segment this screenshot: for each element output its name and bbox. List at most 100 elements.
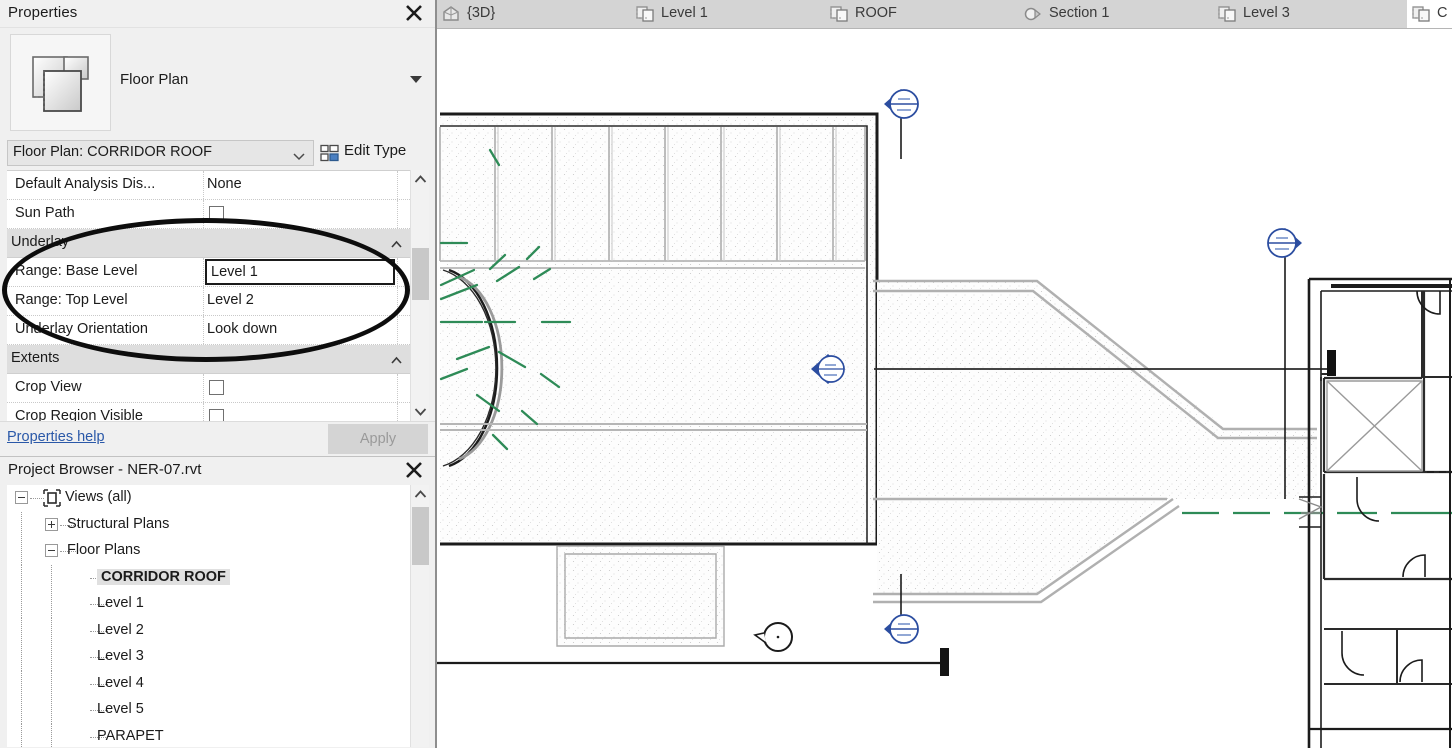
- type-selector-value: Floor Plan: CORRIDOR ROOF: [13, 144, 212, 160]
- property-name: Sun Path: [15, 205, 75, 221]
- chevron-up-icon[interactable]: [390, 236, 403, 254]
- drawing-canvas[interactable]: [437, 29, 1452, 748]
- tree-item-corridor-roof[interactable]: CORRIDOR ROOF: [7, 564, 410, 592]
- property-row[interactable]: Range: Base Level Level 1: [7, 258, 410, 287]
- view-tab-section-1[interactable]: Section 1: [1019, 0, 1213, 28]
- tree-item-floor-plans[interactable]: Floor Plans: [7, 538, 410, 565]
- column-divider: [397, 316, 398, 344]
- left-dock-panel: Properties Floor Plan Floor Plan: CORRID…: [0, 0, 437, 748]
- type-selector-dropdown[interactable]: Floor Plan: CORRIDOR ROOF: [7, 140, 314, 166]
- column-divider: [203, 171, 204, 199]
- view-tab-3d[interactable]: {3D}: [437, 0, 631, 28]
- column-divider: [397, 200, 398, 228]
- floor-plan-icon: [829, 5, 849, 23]
- edit-type-label: Edit Type: [344, 142, 407, 159]
- tree-item-level-5[interactable]: Level 5: [7, 697, 410, 724]
- chevron-down-icon[interactable]: [410, 76, 422, 83]
- project-browser-tree: Views (all) Structural Plans Floor Plans CO…: [7, 485, 410, 747]
- collapse-icon[interactable]: [45, 544, 58, 557]
- property-group-header[interactable]: Extents: [7, 345, 410, 374]
- property-value-editor[interactable]: Level 1: [205, 259, 395, 285]
- scrollbar-thumb[interactable]: [412, 507, 429, 565]
- property-value: None: [207, 176, 242, 192]
- tree-item-level-4[interactable]: Level 4: [7, 670, 410, 698]
- tree-item-level-3[interactable]: Level 3: [7, 644, 410, 671]
- tree-item-level-1[interactable]: Level 1: [7, 591, 410, 618]
- tree-connector: [51, 591, 52, 618]
- tree-item-structural-plans[interactable]: Structural Plans: [7, 511, 410, 539]
- property-value: Look down: [207, 321, 278, 337]
- type-preview-area: Floor Plan: [8, 32, 428, 132]
- tree-connector: [21, 564, 22, 592]
- view-tab-label: C: [1437, 5, 1448, 21]
- properties-footer: Properties help Apply: [0, 421, 435, 456]
- property-row[interactable]: Crop View: [7, 374, 410, 403]
- tree-connector: [51, 697, 52, 724]
- column-divider: [203, 316, 204, 344]
- chevron-up-icon[interactable]: [390, 352, 403, 370]
- tree-item-label: Level 3: [97, 648, 144, 664]
- callout-circle-marker: [753, 622, 793, 652]
- column-divider: [397, 258, 398, 286]
- floor-plan-icon: [1217, 5, 1237, 23]
- tree-connector: [30, 498, 44, 499]
- properties-title: Properties: [8, 4, 78, 21]
- view-tab-label: Level 3: [1243, 5, 1290, 21]
- expand-icon[interactable]: [45, 517, 58, 531]
- view-tab-roof[interactable]: ROOF: [825, 0, 1019, 28]
- tree-connector: [51, 564, 52, 592]
- section-head-marker: [884, 89, 919, 159]
- properties-title-bar: Properties: [0, 0, 435, 28]
- tree-item-views-all[interactable]: Views (all): [7, 485, 410, 512]
- chevron-down-icon: [292, 149, 306, 167]
- property-row[interactable]: Default Analysis Dis... None: [7, 171, 410, 200]
- properties-scrollbar[interactable]: [410, 170, 429, 421]
- revit-application-window: Properties Floor Plan Floor Plan: CORRID…: [0, 0, 1452, 748]
- tree-connector: [21, 723, 22, 747]
- property-name: Extents: [11, 350, 60, 366]
- close-icon[interactable]: [403, 2, 425, 24]
- tree-item-parapet[interactable]: PARAPET: [7, 723, 410, 747]
- tree-connector: [51, 617, 52, 645]
- view-tab-level-3[interactable]: Level 3: [1213, 0, 1407, 28]
- chevron-up-icon[interactable]: [411, 485, 430, 504]
- project-browser-title-bar: Project Browser - NER-07.rvt: [0, 457, 435, 484]
- views-all-icon: [43, 489, 61, 512]
- view-tab-label: ROOF: [855, 5, 897, 21]
- collapse-icon[interactable]: [15, 491, 28, 504]
- view-tab-c[interactable]: C: [1407, 0, 1452, 28]
- project-browser-title: Project Browser - NER-07.rvt: [8, 461, 202, 478]
- scrollbar-thumb[interactable]: [412, 248, 429, 300]
- property-checkbox[interactable]: [209, 380, 224, 395]
- project-browser-panel: Project Browser - NER-07.rvt Views (all)…: [0, 456, 435, 748]
- properties-grid: Default Analysis Dis... None Sun Path Under…: [7, 170, 410, 421]
- property-name: Underlay Orientation: [15, 321, 148, 337]
- properties-help-link[interactable]: Properties help: [7, 429, 105, 445]
- apply-button[interactable]: Apply: [328, 424, 428, 454]
- floor-plan-icon: [1411, 5, 1431, 23]
- tree-item-level-2[interactable]: Level 2: [7, 617, 410, 645]
- tree-item-label: PARAPET: [97, 727, 164, 744]
- property-row[interactable]: Underlay Orientation Look down: [7, 316, 410, 345]
- chevron-down-icon[interactable]: [411, 402, 430, 421]
- tree-item-label: Structural Plans: [67, 515, 170, 532]
- property-row[interactable]: Sun Path: [7, 200, 410, 229]
- property-group-header[interactable]: Underlay: [7, 229, 410, 258]
- tree-connector: [21, 591, 22, 618]
- 3d-view-icon: [441, 5, 461, 23]
- floor-plan-view-icon: [10, 34, 111, 131]
- property-name: Default Analysis Dis...: [15, 176, 156, 192]
- property-name: Underlay: [11, 234, 70, 250]
- property-checkbox[interactable]: [209, 206, 224, 221]
- close-icon[interactable]: [403, 459, 425, 481]
- property-checkbox[interactable]: [209, 409, 224, 421]
- property-row[interactable]: Crop Region Visible: [7, 403, 410, 421]
- tree-item-label: Floor Plans: [67, 542, 141, 558]
- edit-type-icon: [320, 144, 340, 167]
- property-row[interactable]: Range: Top Level Level 2: [7, 287, 410, 316]
- project-browser-scrollbar[interactable]: [410, 485, 429, 747]
- view-tab-level-1[interactable]: Level 1: [631, 0, 825, 28]
- chevron-up-icon[interactable]: [411, 170, 430, 189]
- view-tab-label: Level 1: [661, 5, 708, 21]
- property-name: Range: Top Level: [15, 292, 128, 308]
